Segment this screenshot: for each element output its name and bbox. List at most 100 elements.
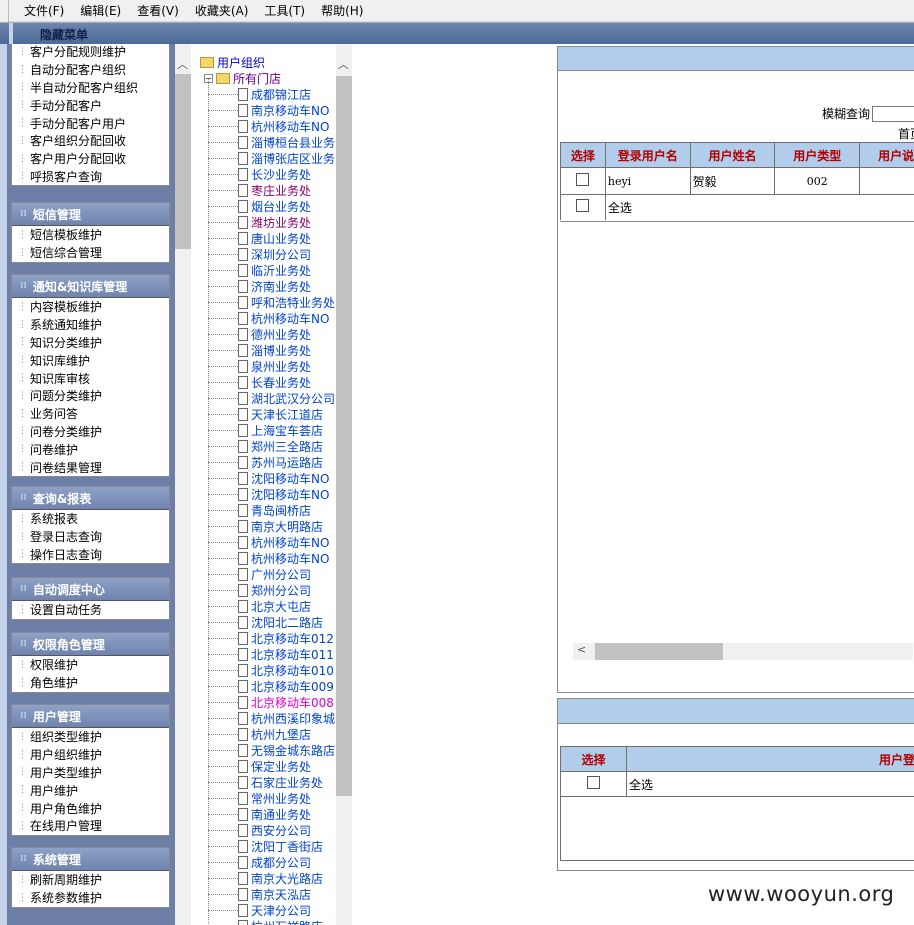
tree-node-label[interactable]: 天津分公司 <box>251 902 311 919</box>
tree-node-label[interactable]: 青岛闽桥店 <box>251 502 311 519</box>
tree-node[interactable]: 无锡金城东路店 <box>208 742 335 758</box>
tree-node-label[interactable]: 杭州移动车NO <box>251 310 329 327</box>
tree-node-label[interactable]: 南京移动车NO <box>251 102 329 119</box>
menu-item[interactable]: 编辑(E) <box>80 2 121 19</box>
tree-node-label[interactable]: 杭州移动车NO <box>251 118 329 135</box>
tree-node-label[interactable]: 苏州马运路店 <box>251 454 323 471</box>
tree-node-label[interactable]: 南通业务处 <box>251 806 311 823</box>
menu-item-link[interactable]: ⋮ 问题分类维护 <box>12 387 169 405</box>
tree-node-label[interactable]: 杭州西溪印象城 <box>251 710 335 727</box>
tree-node[interactable]: 杭州移动车NO <box>208 534 335 550</box>
tree-node[interactable]: 枣庄业务处 <box>208 182 335 198</box>
table-hscrollbar[interactable]: < <box>573 643 913 660</box>
tree-node-label[interactable]: 淄博张店区业务 <box>251 150 335 167</box>
tree-node[interactable]: 北京移动车009 <box>208 678 335 694</box>
fuzzy-search-input[interactable] <box>872 105 914 122</box>
menu-item[interactable]: 收藏夹(A) <box>195 2 249 19</box>
tree-node[interactable]: 保定业务处 <box>208 758 335 774</box>
tree-node[interactable]: 济南业务处 <box>208 278 335 294</box>
tree-node-label[interactable]: 沈阳移动车NO <box>251 486 329 503</box>
menu-group-header[interactable]: ⁞⁞ 查询&报表 <box>12 487 169 510</box>
tree-node[interactable]: 杭州移动车NO <box>208 310 335 326</box>
tree-node-label[interactable]: 北京大屯店 <box>251 598 311 615</box>
tree-node-label[interactable]: 上海宝车荟店 <box>251 422 323 439</box>
tree-node[interactable]: 成都分公司 <box>208 854 335 870</box>
menu-item-link[interactable]: ⋮ 内容模板维护 <box>12 298 169 316</box>
tree-node[interactable]: 苏州马运路店 <box>208 454 335 470</box>
tree-node[interactable]: 杭州九堡店 <box>208 726 335 742</box>
first-page-link[interactable]: 首页 <box>898 125 914 142</box>
tree-node-label[interactable]: 沈阳移动车NO <box>251 470 329 487</box>
menu-item-link[interactable]: ⋮ 权限维护 <box>12 656 169 674</box>
tree-node[interactable]: 广州分公司 <box>208 566 335 582</box>
menu-item-link[interactable]: ⋮ 组织类型维护 <box>12 728 169 746</box>
tree-sub[interactable]: − 所有门店 <box>204 70 281 87</box>
menu-item-link[interactable]: ⋮ 问卷分类维护 <box>12 423 169 441</box>
menu-item-link[interactable]: ⋮ 知识分类维护 <box>12 334 169 352</box>
scroll-up-icon[interactable]: ︿ <box>177 56 188 72</box>
table-row[interactable]: heyi 贺毅 002 <box>560 167 914 195</box>
tree-node-label[interactable]: 沈阳北二路店 <box>251 614 323 631</box>
menu-item-link[interactable]: ⋮ 角色维护 <box>12 674 169 692</box>
tree-node-label[interactable]: 泉州业务处 <box>251 358 311 375</box>
tree-node-label[interactable]: 烟台业务处 <box>251 198 311 215</box>
left-menu-scrollbar[interactable]: ︿ <box>175 44 191 925</box>
tree-node[interactable]: 南通业务处 <box>208 806 335 822</box>
tree-node[interactable]: 沈阳移动车NO <box>208 470 335 486</box>
tree-node-label[interactable]: 无锡金城东路店 <box>251 742 335 759</box>
menu-group-header[interactable]: ⁞⁞ 通知&知识库管理 <box>12 275 169 298</box>
menu-item-link[interactable]: ⋮ 问卷维护 <box>12 440 169 458</box>
tree-node-label[interactable]: 郑州分公司 <box>251 582 311 599</box>
tree-node[interactable]: 上海宝车荟店 <box>208 422 335 438</box>
tree-node-label[interactable]: 成都锦江店 <box>251 86 311 103</box>
tree-node[interactable]: 南京移动车NO <box>208 102 335 118</box>
tree-node-label[interactable]: 西安分公司 <box>251 822 311 839</box>
menu-item-link[interactable]: ⋮ 在线用户管理 <box>12 817 169 835</box>
tree-node-label[interactable]: 杭州移动车NO <box>251 550 329 567</box>
tree-node[interactable]: 沈阳移动车NO <box>208 486 335 502</box>
tree-node[interactable]: 杭州移动车NO <box>208 550 335 566</box>
menu-item-link[interactable]: ⋮ 半自动分配客户组织 <box>12 79 169 97</box>
tree-node-label[interactable]: 杭州石祥路店 <box>251 918 323 925</box>
tree-node[interactable]: 北京移动车010 <box>208 662 335 678</box>
menu-item-link[interactable]: ⋮ 知识库维护 <box>12 351 169 369</box>
tree-node[interactable]: 北京移动车012 <box>208 630 335 646</box>
tree-scroll-thumb[interactable] <box>336 76 352 796</box>
tree-node[interactable]: 青岛闽桥店 <box>208 502 335 518</box>
tree-node[interactable]: 天津分公司 <box>208 902 335 918</box>
menu-item-link[interactable]: ⋮ 客户分配规则维护 <box>12 44 169 61</box>
menu-item-link[interactable]: ⋮ 问卷结果管理 <box>12 458 169 476</box>
tree-node[interactable]: 淄博桓台县业务 <box>208 134 335 150</box>
menu-item-link[interactable]: ⋮ 系统参数维护 <box>12 889 169 907</box>
tree-node-label[interactable]: 枣庄业务处 <box>251 182 311 199</box>
tree-node[interactable]: 北京移动车011 <box>208 646 335 662</box>
tree-node-label[interactable]: 湖北武汉分公司 <box>251 390 335 407</box>
menu-item-link[interactable]: ⋮ 业务问答 <box>12 405 169 423</box>
menu-item-link[interactable]: ⋮ 系统报表 <box>12 510 169 528</box>
tree-node[interactable]: 天津长江道店 <box>208 406 335 422</box>
tree-node-label[interactable]: 济南业务处 <box>251 278 311 295</box>
tree-node-label[interactable]: 北京移动车012 <box>251 630 334 647</box>
menu-item-link[interactable]: ⋮ 手动分配客户用户 <box>12 114 169 132</box>
tree-node[interactable]: 郑州三全路店 <box>208 438 335 454</box>
menu-item[interactable]: 工具(T) <box>264 2 305 19</box>
tree-node[interactable]: 北京大屯店 <box>208 598 335 614</box>
tree-node[interactable]: 潍坊业务处 <box>208 214 335 230</box>
tree-node[interactable]: 杭州石祥路店 <box>208 918 335 925</box>
tree-node[interactable]: 德州业务处 <box>208 326 335 342</box>
tree-root-label[interactable]: 用户组织 <box>217 54 265 71</box>
menu-item-link[interactable]: ⋮ 呼损客户查询 <box>12 168 169 186</box>
tree-node[interactable]: 南京大明路店 <box>208 518 335 534</box>
menu-item[interactable]: 帮助(H) <box>321 2 363 19</box>
tree-node[interactable]: 石家庄业务处 <box>208 774 335 790</box>
tree-node[interactable]: 临沂业务处 <box>208 262 335 278</box>
tree-node-label[interactable]: 北京移动车008 <box>251 694 334 711</box>
tree-node-label[interactable]: 天津长江道店 <box>251 406 323 423</box>
tree-scrollbar[interactable]: ︿ <box>336 44 352 925</box>
table-hscroll-thumb[interactable] <box>595 643 723 660</box>
tree-node-label[interactable]: 潍坊业务处 <box>251 214 311 231</box>
tree-node-label[interactable]: 临沂业务处 <box>251 262 311 279</box>
tree-node[interactable]: 南京天泓店 <box>208 886 335 902</box>
tree-node[interactable]: 长沙业务处 <box>208 166 335 182</box>
menu-item-link[interactable]: ⋮ 操作日志查询 <box>12 546 169 564</box>
